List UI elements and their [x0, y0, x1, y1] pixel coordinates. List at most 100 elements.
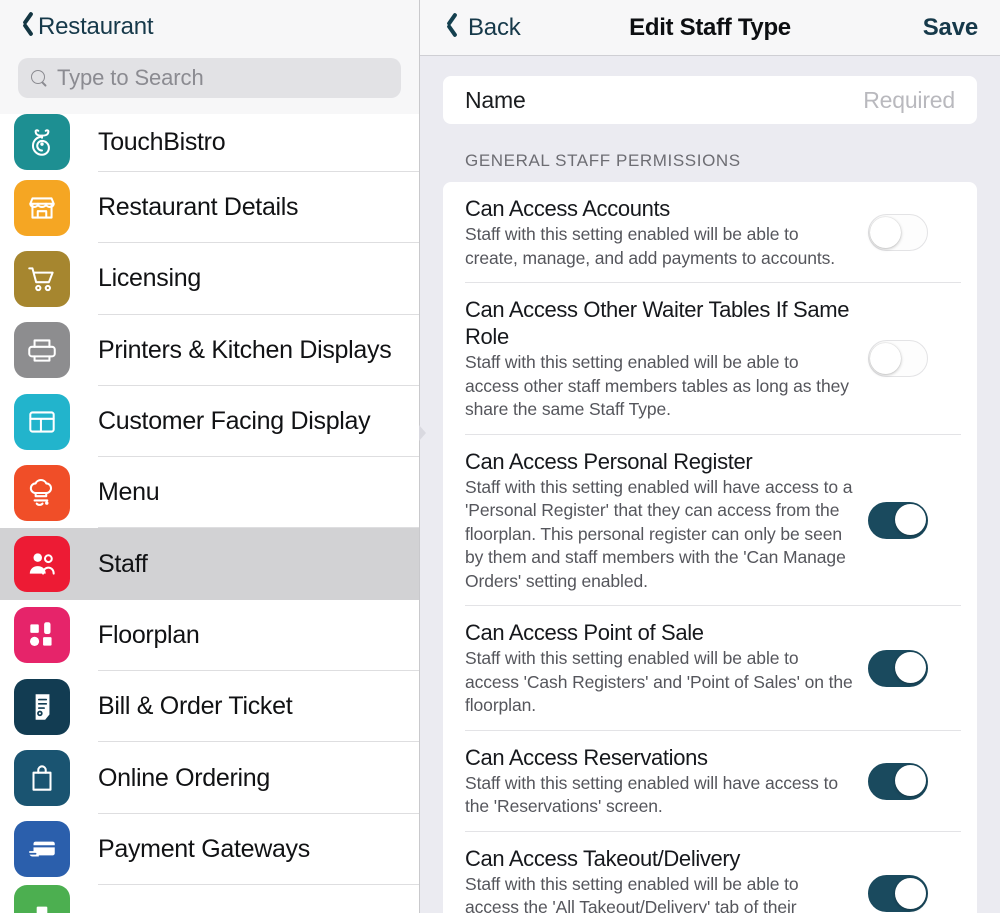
green-app-icon — [14, 884, 70, 913]
chevron-left-icon — [22, 14, 37, 40]
credit-card-icon — [14, 821, 70, 878]
sidebar-item-label: Printers & Kitchen Displays — [98, 335, 392, 364]
sidebar-search-container: Type to Search — [0, 54, 419, 114]
detail-header: Back Edit Staff Type Save — [420, 0, 1000, 56]
permission-text: Can Access Accounts Staff with this setti… — [465, 195, 855, 270]
permission-text: Can Access Personal Register Staff with t… — [465, 448, 855, 594]
chevron-left-icon — [446, 15, 461, 41]
permissions-list: Can Access Accounts Staff with this setti… — [443, 182, 977, 913]
app-root: Restaurant Type to Search TouchBistro Res… — [0, 0, 1000, 913]
toggle-knob — [870, 216, 901, 248]
sidebar-item-label: Staff — [98, 549, 148, 578]
sidebar-item-bill-order-ticket[interactable]: Bill & Order Ticket — [0, 671, 419, 743]
permission-row: Can Access Takeout/Delivery Staff with th… — [443, 832, 977, 913]
permission-description: Staff with this setting enabled will be … — [465, 352, 849, 419]
permission-row: Can Access Reservations Staff with this s… — [443, 731, 977, 832]
permission-description: Staff with this setting enabled will be … — [465, 648, 853, 715]
detail-pane: Back Edit Staff Type Save Name Required … — [419, 0, 1000, 913]
toggle-switch-on[interactable] — [868, 501, 928, 539]
name-card: Name Required — [443, 76, 977, 124]
permission-toggle[interactable] — [863, 762, 933, 800]
shopping-bag-icon — [14, 750, 70, 807]
permission-row: Can Access Other Waiter Tables If Same R… — [443, 283, 977, 435]
permission-title: Can Access Accounts — [465, 196, 670, 221]
permission-toggle[interactable] — [863, 501, 933, 539]
permission-text: Can Access Point of Sale Staff with this … — [465, 619, 855, 718]
detail-body: Name Required GENERAL STAFF PERMISSIONS … — [420, 56, 1000, 913]
detail-back-button[interactable]: Back — [446, 14, 521, 42]
sidebar-item-menu[interactable]: Menu — [0, 457, 419, 529]
permission-toggle[interactable] — [863, 875, 933, 913]
permission-text: Can Access Takeout/Delivery Staff with th… — [465, 845, 855, 913]
permission-text: Can Access Reservations Staff with this s… — [465, 744, 855, 819]
sidebar-item-partial[interactable] — [0, 884, 419, 913]
name-field-label: Name — [465, 86, 526, 113]
people-icon — [14, 536, 70, 593]
bill-ticket-icon — [14, 678, 70, 735]
sidebar-item-label: Licensing — [98, 264, 201, 293]
sidebar-item-label: Bill & Order Ticket — [98, 692, 293, 721]
shopping-cart-icon — [14, 250, 70, 307]
sidebar-item-floorplan[interactable]: Floorplan — [0, 600, 419, 672]
toggle-switch-off[interactable] — [868, 340, 928, 378]
chef-hat-icon — [14, 464, 70, 521]
section-header-general-staff-permissions: GENERAL STAFF PERMISSIONS — [465, 151, 741, 170]
sidebar-item-list[interactable]: TouchBistro Restaurant Details Licensing Pr… — [0, 114, 419, 913]
permission-title: Can Access Takeout/Delivery — [465, 845, 741, 871]
search-placeholder: Type to Search — [57, 65, 204, 90]
toggle-knob — [895, 877, 926, 909]
sidebar-item-customer-facing-display[interactable]: Customer Facing Display — [0, 386, 419, 458]
toggle-knob — [895, 504, 926, 536]
permission-row: Can Access Accounts Staff with this setti… — [443, 182, 977, 283]
sidebar-item-online-ordering[interactable]: Online Ordering — [0, 742, 419, 814]
sidebar-header: Restaurant — [0, 0, 419, 54]
storefront-icon — [14, 179, 70, 236]
permission-toggle[interactable] — [863, 340, 933, 378]
sidebar: Restaurant Type to Search TouchBistro Res… — [0, 0, 420, 913]
permission-toggle[interactable] — [863, 649, 933, 687]
permission-title: Can Access Personal Register — [465, 448, 753, 474]
sidebar-item-restaurant-details[interactable]: Restaurant Details — [0, 172, 419, 244]
sidebar-item-label: Customer Facing Display — [98, 407, 371, 436]
sidebar-item-label: Floorplan — [98, 620, 200, 649]
sidebar-item-label: TouchBistro — [98, 128, 226, 156]
sidebar-item-licensing[interactable]: Licensing — [0, 243, 419, 315]
toggle-switch-off[interactable] — [868, 214, 928, 251]
permission-title: Can Access Other Waiter Tables If Same R… — [465, 297, 850, 349]
search-input[interactable]: Type to Search — [18, 58, 401, 98]
toggle-switch-on[interactable] — [868, 875, 928, 913]
sidebar-item-label: Restaurant Details — [98, 193, 299, 222]
permission-toggle[interactable] — [863, 214, 933, 251]
toggle-knob — [870, 342, 901, 374]
name-field-input[interactable]: Required — [863, 87, 955, 114]
touchbistro-logo-icon — [14, 114, 70, 170]
toggle-knob — [895, 652, 926, 684]
sidebar-item-printers-kitchen-displays[interactable]: Printers & Kitchen Displays — [0, 315, 419, 386]
permission-description: Staff with this setting enabled will be … — [465, 224, 836, 268]
permission-title: Can Access Reservations — [465, 744, 708, 770]
sidebar-item-label: Payment Gateways — [98, 834, 310, 863]
save-button[interactable]: Save — [923, 14, 978, 42]
toggle-switch-on[interactable] — [868, 649, 928, 687]
permission-title: Can Access Point of Sale — [465, 620, 704, 645]
sidebar-item-label: Menu — [98, 478, 160, 507]
sidebar-item-touchbistro[interactable]: TouchBistro — [0, 114, 419, 172]
split-divider-arrow-icon — [419, 425, 426, 441]
sidebar-item-label: Online Ordering — [98, 763, 270, 792]
printer-icon — [14, 322, 70, 379]
sidebar-item-staff[interactable]: Staff — [0, 528, 419, 600]
sidebar-back-label: Restaurant — [38, 13, 154, 40]
permission-row: Can Access Point of Sale Staff with this … — [443, 606, 977, 731]
detail-back-label: Back — [468, 13, 521, 41]
sidebar-back-button[interactable]: Restaurant — [22, 13, 154, 41]
layout-display-icon — [14, 393, 70, 450]
permission-description: Staff with this setting enabled will hav… — [465, 772, 838, 817]
floorplan-shapes-icon — [14, 607, 70, 664]
permission-row: Can Access Personal Register Staff with t… — [443, 435, 977, 606]
sidebar-item-payment-gateways[interactable]: Payment Gateways — [0, 814, 419, 885]
name-field-row[interactable]: Name Required — [443, 76, 977, 124]
search-icon — [31, 69, 48, 87]
permission-text: Can Access Other Waiter Tables If Same R… — [465, 296, 855, 422]
toggle-switch-on[interactable] — [868, 762, 928, 800]
permission-description: Staff with this setting enabled will hav… — [465, 476, 853, 591]
